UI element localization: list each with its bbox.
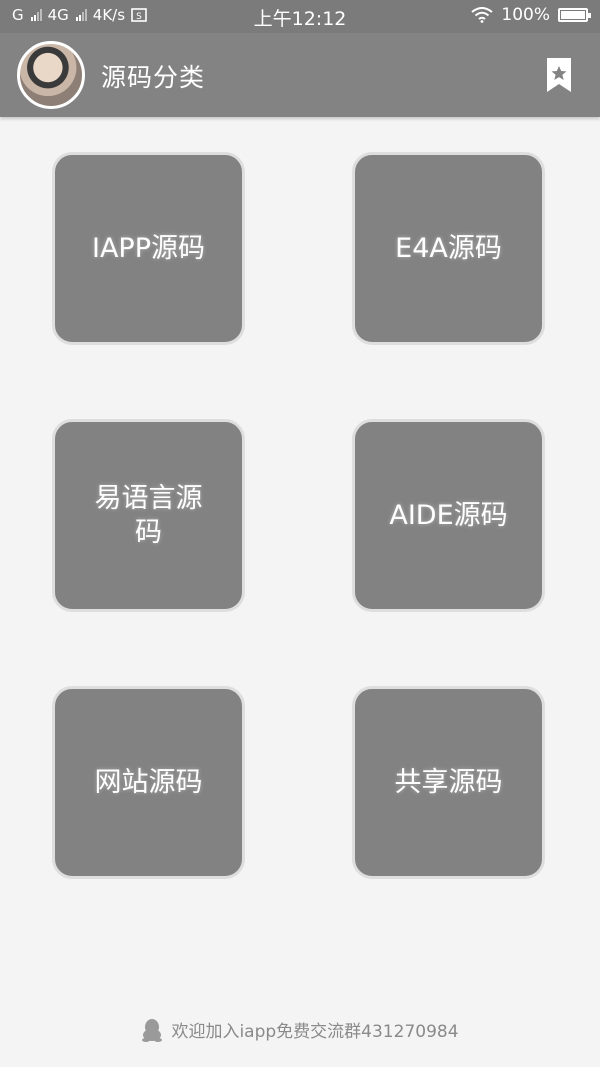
tile-easy-language-source[interactable]: 易语言源码 [52,419,245,612]
footer[interactable]: 欢迎加入iapp免费交流群431270984 [0,1017,600,1042]
avatar[interactable] [17,41,85,109]
tile-label: IAPP源码 [92,232,205,264]
battery-percent: 100% [501,5,550,25]
tile-label: 网站源码 [94,766,203,798]
tile-label: AIDE源码 [389,499,508,531]
tile-label: 共享源码 [394,766,503,798]
app-header: 源码分类 [0,33,600,117]
wifi-icon [471,7,494,23]
tile-iapp-source[interactable]: IAPP源码 [52,152,245,345]
status-bar: G 4G 4K/s S 上午12:12 100% [0,0,600,33]
battery-icon [558,8,591,22]
status-right: 100% [471,5,591,25]
qq-penguin-icon [142,1018,163,1042]
page-title: 源码分类 [101,63,206,92]
footer-text: 欢迎加入iapp免费交流群431270984 [171,1022,459,1042]
tile-aide-source[interactable]: AIDE源码 [352,419,545,612]
tile-label: 易语言源码 [94,482,203,548]
tile-e4a-source[interactable]: E4A源码 [352,152,545,345]
tile-website-source[interactable]: 网站源码 [52,686,245,879]
tile-label: E4A源码 [395,232,502,264]
tile-shared-source[interactable]: 共享源码 [352,686,545,879]
bookmark-star-icon[interactable] [545,57,573,93]
